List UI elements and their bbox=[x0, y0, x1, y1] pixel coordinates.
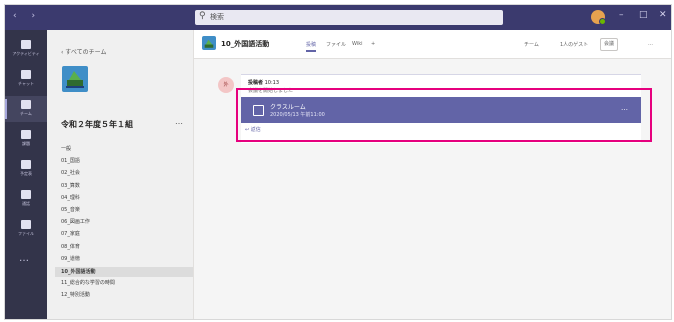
rail-item-chat[interactable]: チャット bbox=[5, 66, 47, 92]
channel-title: 10_外国語活動 bbox=[221, 40, 270, 48]
nav-arrows: ‹ › bbox=[13, 11, 41, 21]
team-name: 令和２年度５年１組 bbox=[61, 120, 133, 129]
channel-item[interactable]: 10_外国語活動 bbox=[55, 267, 193, 277]
rail-label: 通話 bbox=[22, 201, 30, 206]
phone-icon bbox=[21, 190, 31, 199]
rail-item-files[interactable]: ファイル bbox=[5, 216, 47, 242]
forward-arrow-icon[interactable]: › bbox=[31, 11, 41, 21]
chat-icon bbox=[21, 70, 31, 79]
maximize-icon[interactable]: □ bbox=[639, 10, 648, 20]
author-name: 投稿者 bbox=[248, 80, 264, 86]
close-icon[interactable]: ✕ bbox=[659, 10, 667, 20]
rail-item-assignments[interactable]: 課題 bbox=[5, 126, 47, 152]
channel-item[interactable]: 03_算数 bbox=[61, 182, 80, 189]
rail-item-calendar[interactable]: 予定表 bbox=[5, 156, 47, 182]
channel-item[interactable]: 12_特別活動 bbox=[61, 291, 90, 298]
header-more-icon[interactable]: … bbox=[648, 41, 653, 47]
post-author: 投稿者 10:13 bbox=[248, 79, 279, 86]
rail-item-teams[interactable]: チーム bbox=[5, 96, 47, 122]
team-logo-icon bbox=[62, 66, 88, 92]
post-time: 10:13 bbox=[264, 80, 280, 86]
bell-icon bbox=[21, 40, 31, 49]
minimize-icon[interactable]: – bbox=[619, 10, 624, 20]
channel-view: 10_外国語活動 投稿 ファイル Wiki + チーム 1人のゲスト 会議 … … bbox=[194, 30, 671, 319]
title-bar: ‹ › ⚲ 検索 – □ ✕ bbox=[5, 5, 671, 30]
channel-sidebar: ‹ すべてのチーム 令和２年度５年１組 … 一般 01_国語 02_社会 03_算数 0… bbox=[47, 30, 194, 319]
channel-item[interactable]: 09_道徳 bbox=[61, 255, 80, 262]
rail-item-calls[interactable]: 通話 bbox=[5, 186, 47, 212]
rail-label: 課題 bbox=[22, 141, 30, 146]
rail-label: チーム bbox=[20, 111, 32, 116]
channel-item[interactable]: 11_総合的な学習の時間 bbox=[61, 279, 115, 286]
channel-item[interactable]: 02_社会 bbox=[61, 169, 80, 176]
channel-item[interactable]: 04_理科 bbox=[61, 194, 80, 201]
search-placeholder: 検索 bbox=[210, 13, 224, 21]
rail-label: アクティビティ bbox=[12, 51, 40, 56]
channel-item[interactable]: 01_国語 bbox=[61, 157, 80, 164]
assignments-icon bbox=[21, 130, 31, 139]
teams-icon bbox=[21, 100, 31, 109]
team-logo-icon bbox=[202, 36, 216, 50]
channel-item[interactable]: 一般 bbox=[61, 145, 71, 152]
all-teams-link[interactable]: ‹ すべてのチーム bbox=[61, 47, 106, 56]
rail-item-activity[interactable]: アクティビティ bbox=[5, 36, 47, 62]
avatar: 外 bbox=[218, 77, 234, 93]
channel-item[interactable]: 06_図画工作 bbox=[61, 218, 90, 225]
teams-window: ‹ › ⚲ 検索 – □ ✕ アクティビティ チャット チーム 課題 予定表 通… bbox=[4, 4, 672, 320]
channel-item[interactable]: 05_音楽 bbox=[61, 206, 80, 213]
search-icon: ⚲ bbox=[199, 11, 206, 21]
team-button[interactable]: チーム bbox=[524, 41, 539, 48]
channel-header: 10_外国語活動 投稿 ファイル Wiki + チーム 1人のゲスト 会議 … bbox=[194, 30, 671, 59]
presence-dot bbox=[599, 18, 606, 25]
rail-label: チャット bbox=[18, 81, 34, 86]
tab-files[interactable]: ファイル bbox=[326, 41, 346, 48]
more-apps-icon[interactable]: … bbox=[19, 253, 29, 264]
file-icon bbox=[21, 220, 31, 229]
calendar-icon bbox=[21, 160, 31, 169]
tab-add[interactable]: + bbox=[371, 41, 375, 47]
rail-label: ファイル bbox=[18, 231, 34, 236]
rail-label: 予定表 bbox=[20, 171, 32, 176]
tab-wiki[interactable]: Wiki bbox=[352, 41, 363, 47]
search-input[interactable]: ⚲ 検索 bbox=[195, 10, 503, 25]
tab-posts[interactable]: 投稿 bbox=[306, 41, 317, 52]
user-avatar[interactable] bbox=[591, 10, 606, 25]
highlight-box bbox=[236, 88, 652, 142]
meet-button[interactable]: 会議 bbox=[600, 38, 619, 51]
channel-item[interactable]: 08_体育 bbox=[61, 243, 80, 250]
app-rail: アクティビティ チャット チーム 課題 予定表 通話 ファイル … bbox=[5, 30, 47, 319]
channel-item[interactable]: 07_家庭 bbox=[61, 230, 80, 237]
guest-button[interactable]: 1人のゲスト bbox=[560, 41, 588, 48]
back-arrow-icon[interactable]: ‹ bbox=[13, 11, 23, 21]
team-more-icon[interactable]: … bbox=[175, 117, 183, 126]
